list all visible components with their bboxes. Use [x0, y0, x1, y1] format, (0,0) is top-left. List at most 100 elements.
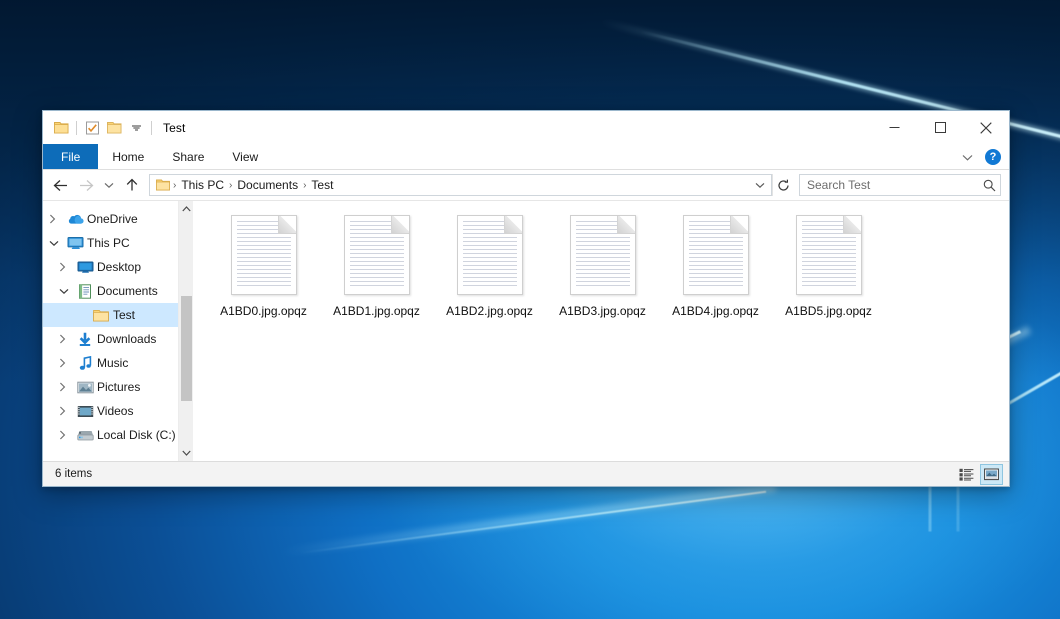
file-name-label: A1BD1.jpg.opqz	[333, 304, 420, 318]
generic-document-icon	[683, 215, 749, 295]
pictures-icon	[75, 381, 95, 394]
music-icon	[75, 356, 95, 371]
new-folder-icon[interactable]	[103, 117, 125, 139]
sidebar-item-downloads[interactable]: Downloads	[43, 327, 193, 351]
sidebar-item-label: OneDrive	[85, 212, 138, 226]
breadcrumb-item-documents[interactable]: Documents	[233, 178, 302, 192]
chevron-down-icon[interactable]	[125, 117, 147, 139]
sidebar-item-onedrive[interactable]: OneDrive	[43, 207, 193, 231]
file-name-label: A1BD3.jpg.opqz	[559, 304, 646, 318]
sidebar-item-label: Local Disk (C:)	[95, 428, 176, 442]
address-dropdown-chevron-down-icon[interactable]	[751, 175, 769, 195]
sidebar-item-local-disk-c[interactable]: Local Disk (C:)	[43, 423, 193, 447]
harddrive-icon	[75, 429, 95, 442]
scrollbar-thumb[interactable]	[181, 296, 192, 401]
window-title: Test	[163, 121, 185, 135]
expand-ribbon-chevron-down-icon[interactable]	[956, 154, 979, 161]
document-fold	[617, 215, 636, 234]
sidebar-item-this-pc[interactable]: This PC	[43, 231, 193, 255]
folder-icon[interactable]	[50, 117, 72, 139]
tab-home[interactable]: Home	[98, 144, 158, 169]
chevron-down-icon[interactable]	[49, 240, 65, 247]
sidebar-item-label: This PC	[85, 236, 130, 250]
details-view-button[interactable]	[955, 464, 978, 485]
chevron-right-icon[interactable]	[59, 406, 75, 416]
ribbon-tab-strip: File Home Share View ?	[43, 144, 1009, 170]
sidebar-item-label: Documents	[95, 284, 158, 298]
file-name-label: A1BD4.jpg.opqz	[672, 304, 759, 318]
generic-document-icon	[796, 215, 862, 295]
status-bar: 6 items	[43, 461, 1009, 486]
list-item[interactable]: A1BD4.jpg.opqz	[659, 209, 772, 327]
breadcrumb-folder-icon[interactable]	[154, 175, 172, 195]
explorer-body: OneDrive This PC	[43, 200, 1009, 461]
chevron-right-icon[interactable]	[59, 334, 75, 344]
chevron-down-icon[interactable]	[59, 288, 75, 295]
properties-icon[interactable]	[81, 117, 103, 139]
list-item[interactable]: A1BD1.jpg.opqz	[320, 209, 433, 327]
scroll-up-arrow-icon[interactable]	[179, 201, 193, 217]
sidebar-item-label: Test	[111, 308, 135, 322]
ribbon-right-controls: ?	[956, 144, 1005, 170]
item-count-label: 6 items	[55, 468, 92, 480]
tab-file[interactable]: File	[43, 144, 98, 169]
list-item[interactable]: A1BD3.jpg.opqz	[546, 209, 659, 327]
quick-access-toolbar	[50, 117, 156, 139]
tab-view[interactable]: View	[218, 144, 272, 169]
search-icon[interactable]	[983, 179, 996, 192]
file-list-view[interactable]: A1BD0.jpg.opqz A1BD1.jpg.opqz	[193, 201, 1009, 461]
document-fold	[391, 215, 410, 234]
list-item[interactable]: A1BD5.jpg.opqz	[772, 209, 885, 327]
chevron-right-icon[interactable]	[59, 262, 75, 272]
toolbar-separator	[151, 121, 152, 135]
search-box[interactable]: Search Test	[799, 174, 1001, 196]
sidebar-item-desktop[interactable]: Desktop	[43, 255, 193, 279]
file-name-label: A1BD2.jpg.opqz	[446, 304, 533, 318]
search-input[interactable]: Search Test	[807, 178, 983, 192]
sidebar-item-documents[interactable]: Documents	[43, 279, 193, 303]
breadcrumb-item-test[interactable]: Test	[307, 178, 337, 192]
maximize-button[interactable]	[917, 111, 963, 144]
generic-document-icon	[457, 215, 523, 295]
folder-icon	[91, 309, 111, 322]
back-button[interactable]	[47, 173, 73, 197]
list-item[interactable]: A1BD0.jpg.opqz	[207, 209, 320, 327]
videos-icon	[75, 405, 95, 418]
document-fold	[843, 215, 862, 234]
scroll-down-arrow-icon[interactable]	[179, 445, 193, 461]
refresh-icon[interactable]	[772, 174, 794, 196]
generic-document-icon	[344, 215, 410, 295]
sidebar-item-pictures[interactable]: Pictures	[43, 375, 193, 399]
file-name-label: A1BD5.jpg.opqz	[785, 304, 872, 318]
recent-locations-chevron-down-icon[interactable]	[99, 173, 119, 197]
list-item[interactable]: A1BD2.jpg.opqz	[433, 209, 546, 327]
breadcrumb-item-this-pc[interactable]: This PC	[177, 178, 228, 192]
tab-share[interactable]: Share	[158, 144, 218, 169]
chevron-right-icon[interactable]	[59, 358, 75, 368]
chevron-right-icon[interactable]	[59, 430, 75, 440]
chevron-right-icon[interactable]	[59, 382, 75, 392]
navigation-pane-scrollbar[interactable]	[178, 201, 193, 461]
generic-document-icon	[231, 215, 297, 295]
sidebar-item-label: Downloads	[95, 332, 156, 346]
sidebar-item-test[interactable]: Test	[43, 303, 193, 327]
file-name-label: A1BD0.jpg.opqz	[220, 304, 307, 318]
help-icon[interactable]: ?	[985, 149, 1001, 165]
address-bar-right-controls	[751, 175, 769, 195]
up-button[interactable]	[119, 173, 145, 197]
sidebar-item-music[interactable]: Music	[43, 351, 193, 375]
window-controls	[871, 111, 1009, 144]
desktop-icon	[75, 260, 95, 274]
chevron-right-icon[interactable]	[49, 214, 65, 224]
large-icons-view-button[interactable]	[980, 464, 1003, 485]
sidebar-item-label: Music	[95, 356, 128, 370]
sidebar-item-videos[interactable]: Videos	[43, 399, 193, 423]
forward-button[interactable]	[73, 173, 99, 197]
minimize-button[interactable]	[871, 111, 917, 144]
generic-document-icon	[570, 215, 636, 295]
close-button[interactable]	[963, 111, 1009, 144]
sidebar-item-label: Desktop	[95, 260, 141, 274]
address-bar[interactable]: › This PC › Documents › Test	[149, 174, 772, 196]
document-fold	[278, 215, 297, 234]
documents-icon	[75, 284, 95, 299]
